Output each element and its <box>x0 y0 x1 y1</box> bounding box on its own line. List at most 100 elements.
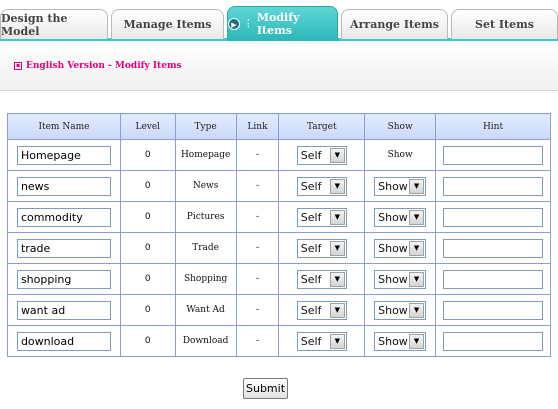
item-name-input[interactable] <box>16 331 111 351</box>
cell-hint <box>435 232 551 264</box>
chevron-down-icon[interactable]: ▼ <box>409 333 425 349</box>
cell-hint <box>435 139 551 171</box>
cell-type: Trade <box>174 232 237 264</box>
cell-show: Show ▼ <box>364 170 437 202</box>
submit-button[interactable]: Submit <box>243 378 288 399</box>
header-type: Type <box>174 113 237 140</box>
target-select-value: Self <box>300 210 322 224</box>
tab-manage-items[interactable]: Manage Items <box>111 9 224 39</box>
header-link: Link <box>235 113 280 140</box>
show-select-value: Show <box>378 303 408 317</box>
target-select-value: Self <box>300 303 322 317</box>
target-select[interactable]: Self ▼ <box>296 207 347 227</box>
chevron-down-icon[interactable]: ▼ <box>409 178 425 194</box>
target-select-value: Self <box>300 241 322 255</box>
target-select-value: Self <box>300 148 322 162</box>
cell-item-name <box>7 201 121 233</box>
cell-link: - <box>235 294 280 326</box>
cell-level: 0 <box>119 325 176 357</box>
cell-item-name <box>7 170 121 202</box>
chevron-down-icon[interactable]: ▼ <box>329 271 345 287</box>
cell-type: Pictures <box>174 201 237 233</box>
show-select[interactable]: Show ▼ <box>374 207 427 227</box>
chevron-down-icon[interactable]: ▼ <box>409 240 425 256</box>
show-select[interactable]: Show ▼ <box>374 269 427 289</box>
target-select-value: Self <box>300 334 322 348</box>
show-select[interactable]: Show ▼ <box>374 238 427 258</box>
cell-target: Self ▼ <box>278 170 366 202</box>
cell-hint <box>435 201 551 233</box>
chevron-down-icon[interactable]: ▼ <box>329 147 345 163</box>
tab-design-the-model[interactable]: Design the Model <box>0 9 108 39</box>
item-name-input[interactable] <box>16 269 111 289</box>
cell-hint <box>435 294 551 326</box>
hint-input[interactable] <box>443 238 544 258</box>
target-select[interactable]: Self ▼ <box>296 300 347 320</box>
cell-show: Show ▼ <box>364 294 437 326</box>
target-select[interactable]: Self ▼ <box>296 238 347 258</box>
tab-label: Modify Items <box>256 11 300 37</box>
hint-input[interactable] <box>443 300 544 320</box>
cell-link: - <box>235 263 280 295</box>
header-target: Target <box>278 113 366 140</box>
cell-type: Homepage <box>174 139 237 171</box>
item-name-input[interactable] <box>16 145 111 165</box>
cell-item-name <box>7 139 121 171</box>
tab-modify-items[interactable]: ▶ ⋮ Modify Items <box>227 6 338 41</box>
target-select[interactable]: Self ▼ <box>296 176 347 196</box>
chevron-down-icon[interactable]: ▼ <box>329 333 345 349</box>
show-text: Show <box>387 150 413 160</box>
cell-link: - <box>235 201 280 233</box>
item-name-input[interactable] <box>16 207 111 227</box>
chevron-down-icon[interactable]: ▼ <box>329 209 345 225</box>
cell-type: Download <box>174 325 237 357</box>
item-name-input[interactable] <box>16 238 111 258</box>
cell-item-name <box>7 294 121 326</box>
cell-link: - <box>235 325 280 357</box>
cell-show: Show ▼ <box>364 201 437 233</box>
target-select[interactable]: Self ▼ <box>296 331 347 351</box>
chevron-down-icon[interactable]: ▼ <box>329 240 345 256</box>
target-select-value: Self <box>300 179 322 193</box>
tab-label: Manage Items <box>123 18 212 31</box>
cell-target: Self ▼ <box>278 201 366 233</box>
item-name-input[interactable] <box>16 176 111 196</box>
cell-target: Self ▼ <box>278 325 366 357</box>
chevron-down-icon[interactable]: ▼ <box>329 302 345 318</box>
cell-item-name <box>7 232 121 264</box>
show-select[interactable]: Show ▼ <box>374 331 427 351</box>
hint-input[interactable] <box>443 269 544 289</box>
target-select[interactable]: Self ▼ <box>296 145 347 165</box>
table-row: 0 Trade - Self ▼ Show ▼ <box>7 232 551 264</box>
tab-label: Arrange Items <box>350 18 439 31</box>
cell-type: Shopping <box>174 263 237 295</box>
table-header-row: Item Name Level Type Link Target Show Hi… <box>7 113 551 140</box>
chevron-down-icon[interactable]: ▼ <box>409 302 425 318</box>
tab-set-items[interactable]: Set Items <box>451 9 558 39</box>
show-select[interactable]: Show ▼ <box>374 176 427 196</box>
target-select[interactable]: Self ▼ <box>296 269 347 289</box>
show-select-value: Show <box>378 334 408 348</box>
hint-input[interactable] <box>443 145 544 165</box>
hint-input[interactable] <box>443 176 544 196</box>
cell-show: Show <box>364 139 437 171</box>
tab-bar: Design the Model Manage Items ▶ ⋮ Modify… <box>0 0 558 44</box>
cell-target: Self ▼ <box>278 232 366 264</box>
hint-input[interactable] <box>443 207 544 227</box>
header-level: Level <box>119 113 176 140</box>
item-name-input[interactable] <box>16 300 111 320</box>
cell-hint <box>435 170 551 202</box>
cell-link: - <box>235 232 280 264</box>
cell-link: - <box>235 170 280 202</box>
hint-input[interactable] <box>443 331 544 351</box>
header-hint: Hint <box>435 113 551 140</box>
cell-target: Self ▼ <box>278 139 366 171</box>
chevron-down-icon[interactable]: ▼ <box>409 209 425 225</box>
chevron-down-icon[interactable]: ▼ <box>409 271 425 287</box>
cell-hint <box>435 325 551 357</box>
chevron-down-icon[interactable]: ▼ <box>329 178 345 194</box>
show-select[interactable]: Show ▼ <box>374 300 427 320</box>
tab-arrange-items[interactable]: Arrange Items <box>341 9 448 39</box>
header-show: Show <box>364 113 437 140</box>
cell-level: 0 <box>119 294 176 326</box>
